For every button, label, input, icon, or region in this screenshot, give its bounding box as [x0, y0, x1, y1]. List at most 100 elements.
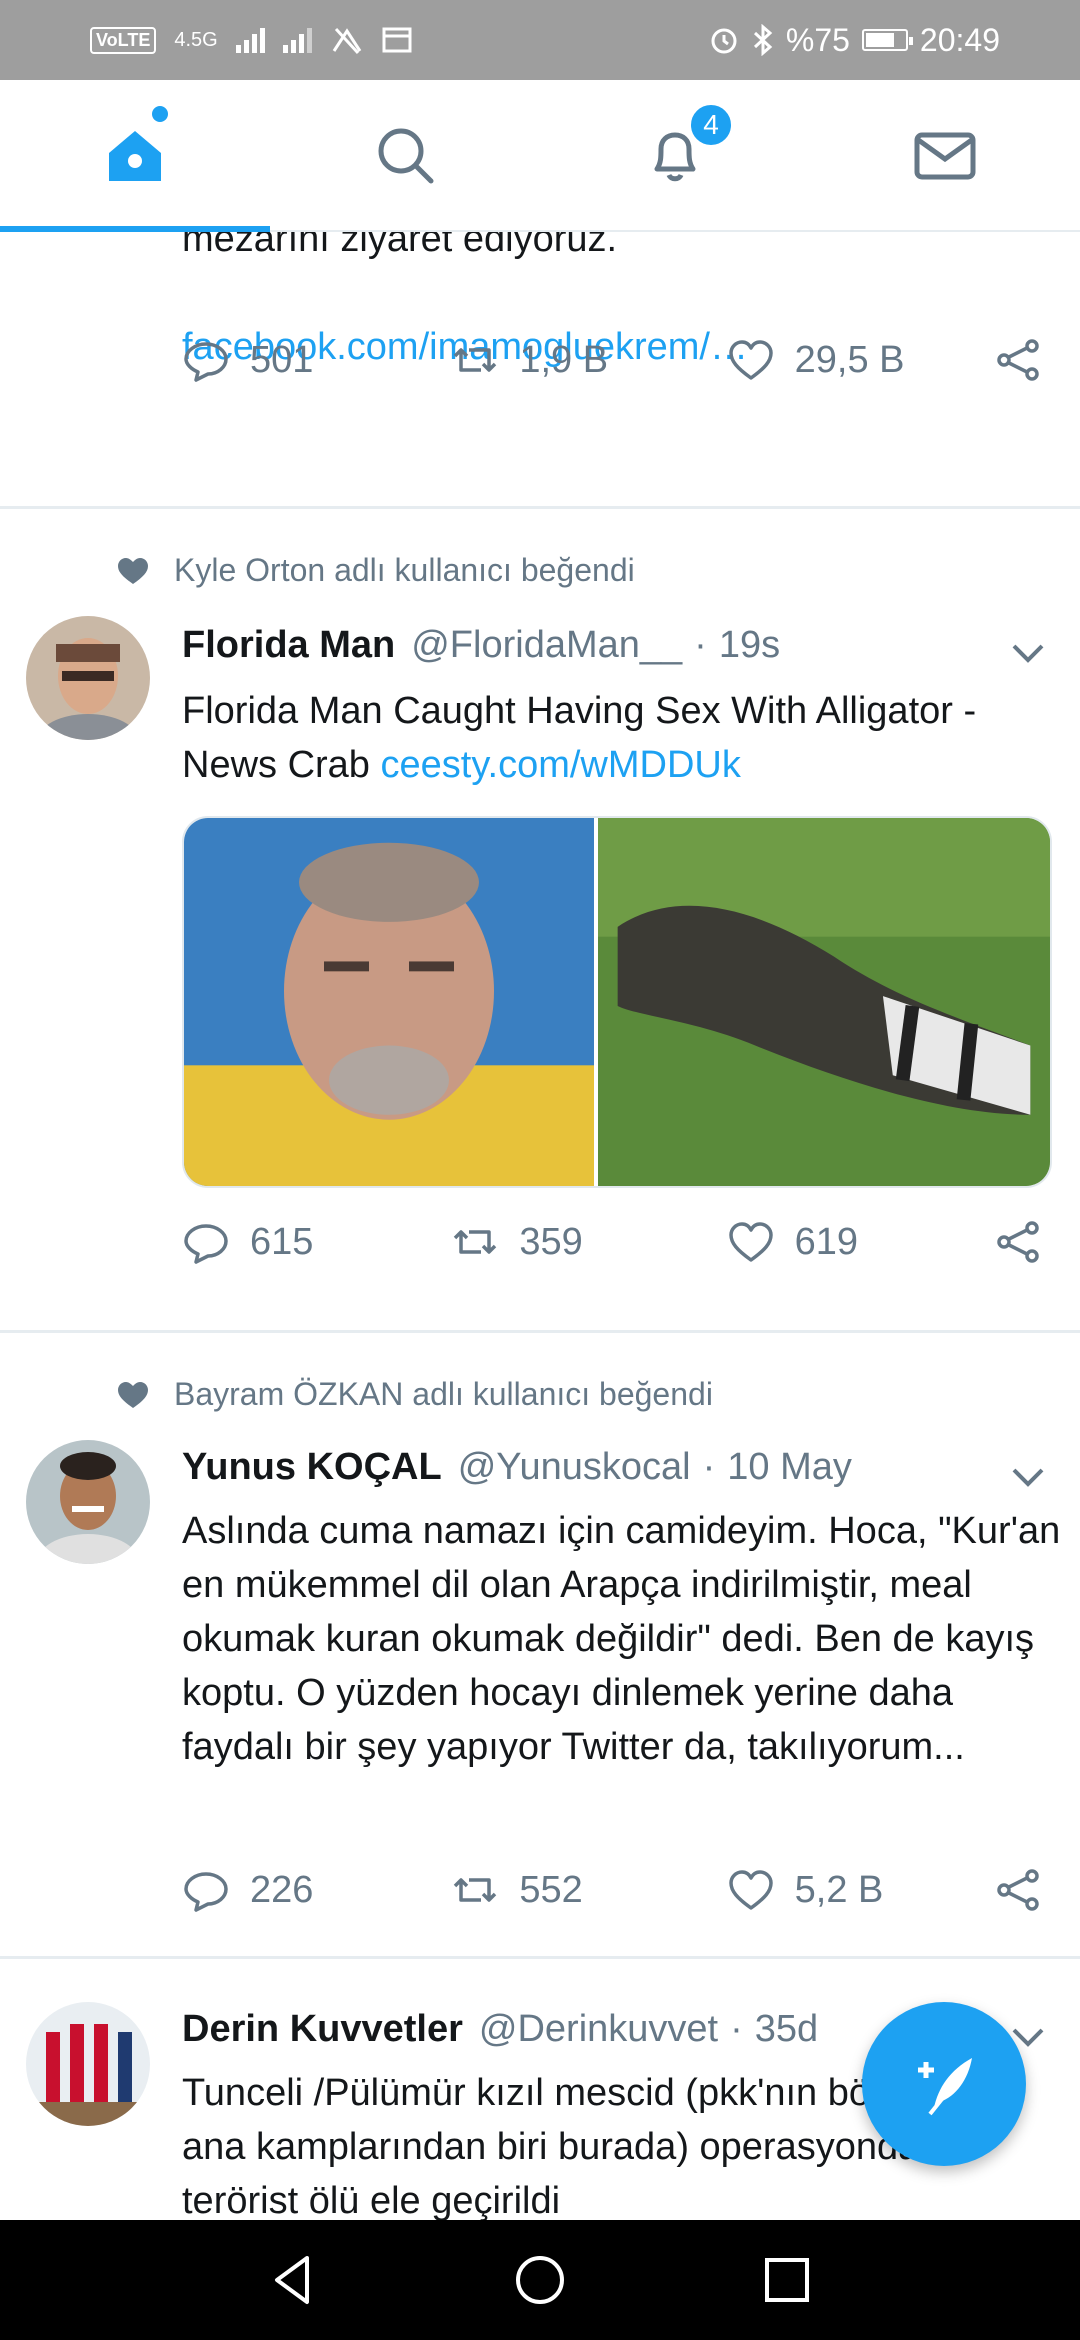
tweet-time: 35d — [754, 2008, 819, 2050]
battery-icon — [861, 29, 913, 51]
tweet-actions: 226 552 5,2 B — [182, 1860, 1042, 1920]
notification-badge: 4 — [688, 102, 734, 148]
tweet-time: 19s — [718, 624, 781, 666]
like-button[interactable]: 29,5 B — [727, 336, 994, 384]
like-count: 619 — [794, 1220, 859, 1263]
status-left: VoLTE 4.5G — [90, 25, 412, 55]
like-count: 29,5 B — [794, 338, 905, 381]
signal-icon — [235, 27, 265, 53]
top-navigation: 4 — [0, 80, 1080, 232]
heart-icon — [728, 340, 773, 380]
tweet-divider — [0, 506, 1080, 509]
recents-icon[interactable] — [757, 2250, 817, 2310]
chevron-down-icon[interactable] — [1006, 1454, 1050, 1498]
timeline-feed[interactable]: mezarını ziyaret ediyoruz. facebook.com/… — [0, 232, 1080, 2220]
like-count: 5,2 B — [794, 1868, 884, 1911]
tweet-text: Florida Man Caught Having Sex With Allig… — [182, 684, 1062, 792]
no-sim-icon — [332, 27, 361, 55]
tweet-text-partial: mezarını ziyaret ediyoruz. — [182, 232, 618, 260]
volte-indicator: VoLTE — [90, 26, 157, 54]
status-bar: VoLTE 4.5G %75 20:49 — [0, 0, 1080, 80]
back-icon[interactable] — [263, 2250, 323, 2310]
retweet-count: 359 — [519, 1220, 583, 1263]
reply-icon — [184, 342, 228, 382]
social-context-text: Bayram ÖZKAN adlı kullanıcı beğendi — [174, 1376, 713, 1412]
like-button[interactable]: 5,2 B — [727, 1866, 994, 1914]
retweet-button[interactable]: 552 — [451, 1866, 726, 1914]
home-icon — [109, 131, 161, 181]
mugshot-photo[interactable] — [184, 818, 594, 1186]
compose-tweet-button[interactable] — [862, 2002, 1026, 2166]
tweet-media[interactable] — [182, 816, 1052, 1188]
reply-icon — [184, 1872, 228, 1912]
mail-icon — [914, 132, 976, 180]
share-icon — [997, 1869, 1039, 1911]
home-button-icon[interactable] — [510, 2250, 570, 2310]
display-name[interactable]: Derin Kuvvetler — [182, 2008, 463, 2051]
share-icon — [997, 1221, 1039, 1263]
retweet-count: 1,9 B — [519, 338, 609, 381]
heart-filled-icon — [118, 1381, 148, 1408]
tweet-divider — [0, 1330, 1080, 1333]
avatar[interactable] — [26, 1440, 150, 1564]
status-right: %75 20:49 — [708, 22, 1000, 59]
share-button[interactable] — [994, 1218, 1042, 1266]
display-name[interactable]: Yunus KOÇAL — [182, 1446, 442, 1489]
social-context: Kyle Orton adlı kullanıcı beğendi — [116, 552, 635, 589]
reply-icon — [184, 1224, 228, 1264]
tweet-header: Florida Man @FloridaMan__ · 19s — [182, 624, 1022, 667]
retweet-button[interactable]: 1,9 B — [451, 336, 726, 384]
tweet-link[interactable]: ceesty.com/wMDDUk — [381, 744, 741, 786]
tweet-divider — [0, 1956, 1080, 1959]
display-name[interactable]: Florida Man — [182, 624, 395, 667]
heart-filled-icon — [118, 557, 148, 584]
reply-count: 615 — [250, 1220, 314, 1263]
tweet-text: Aslında cuma namazı için camideyim. Hoca… — [182, 1510, 1061, 1768]
search-icon — [378, 128, 434, 184]
social-context: Bayram ÖZKAN adlı kullanıcı beğendi — [116, 1376, 713, 1413]
battery-fill — [865, 33, 895, 47]
tab-messages[interactable] — [810, 80, 1080, 230]
tweet-actions: 615 359 619 — [182, 1212, 1042, 1272]
user-handle[interactable]: @FloridaMan__ — [411, 624, 682, 667]
reply-count: 226 — [250, 1868, 314, 1911]
share-button[interactable] — [994, 336, 1042, 384]
share-button[interactable] — [994, 1866, 1042, 1914]
signal-2-icon — [282, 27, 312, 53]
separator: · — [702, 1446, 716, 1488]
chevron-down-icon[interactable] — [1006, 630, 1050, 674]
reply-button[interactable]: 226 — [182, 1866, 451, 1914]
clock: 20:49 — [919, 21, 1000, 58]
like-button[interactable]: 619 — [727, 1218, 994, 1266]
tab-search[interactable] — [270, 80, 540, 230]
system-navigation-bar — [0, 2220, 1080, 2340]
retweet-icon — [454, 1878, 497, 1902]
separator: · — [730, 2008, 743, 2050]
tweet-actions: 501 1,9 B 29,5 B — [182, 330, 1042, 390]
retweet-icon — [454, 1230, 497, 1254]
tab-home[interactable] — [0, 80, 270, 232]
reply-button[interactable]: 501 — [182, 336, 451, 384]
alligator-photo[interactable] — [594, 818, 1050, 1186]
alarm-icon — [711, 28, 737, 54]
user-handle[interactable]: @Yunuskocal — [458, 1446, 691, 1489]
share-icon — [997, 339, 1039, 381]
reply-button[interactable]: 615 — [182, 1218, 451, 1266]
tab-notifications[interactable]: 4 — [540, 80, 810, 230]
tweet-header: Yunus KOÇAL @Yunuskocal · 10 May — [182, 1446, 1022, 1489]
avatar[interactable] — [26, 616, 150, 740]
user-handle[interactable]: @Derinkuvvet — [479, 2008, 718, 2051]
retweet-button[interactable]: 359 — [451, 1218, 726, 1266]
heart-icon — [728, 1222, 773, 1262]
tweet-time: 10 May — [727, 1446, 852, 1488]
heart-icon — [728, 1870, 773, 1910]
retweet-icon — [454, 348, 497, 372]
social-context-text: Kyle Orton adlı kullanıcı beğendi — [174, 552, 635, 588]
separator: · — [694, 624, 707, 666]
avatar[interactable] — [26, 2002, 150, 2126]
network-type: 4.5G — [174, 28, 218, 51]
new-tweets-dot — [152, 106, 168, 122]
battery-percent: %75 — [785, 21, 850, 58]
reply-count: 501 — [250, 338, 314, 381]
bluetooth-icon — [753, 24, 773, 56]
